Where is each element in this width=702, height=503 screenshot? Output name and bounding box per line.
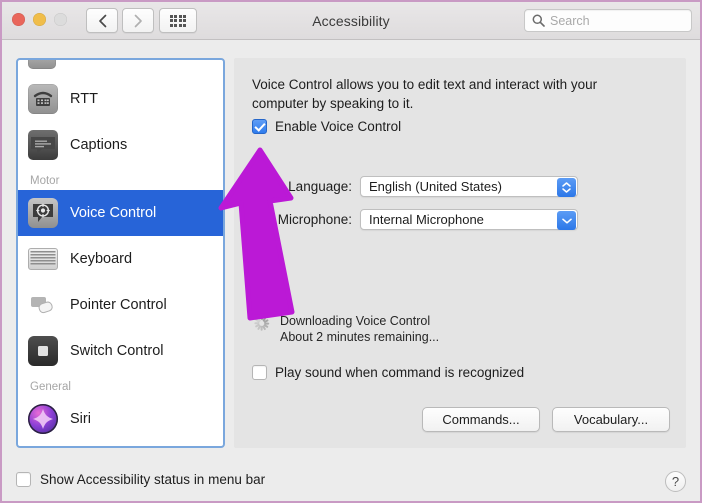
enable-voice-control-label: Enable Voice Control <box>275 119 402 134</box>
download-subtitle: About 2 minutes remaining... <box>280 330 440 344</box>
download-text: Downloading Voice Control About 2 minute… <box>280 313 439 345</box>
panel-description: Voice Control allows you to edit text an… <box>252 77 598 111</box>
popup-arrow-icon <box>557 211 576 230</box>
language-select[interactable]: English (United States) <box>360 176 578 197</box>
sidebar-scroll-area: RTT Captions Motor Voice Control Keyboar… <box>18 60 223 446</box>
rtt-icon <box>28 84 58 114</box>
pointer-control-icon <box>28 290 58 320</box>
enable-voice-control-checkbox[interactable] <box>252 119 267 134</box>
panel-action-buttons: Commands... Vocabulary... <box>422 407 670 432</box>
sidebar-item-label: Switch Control <box>70 343 164 359</box>
siri-icon <box>28 404 58 434</box>
sidebar-item-label: Captions <box>70 137 128 153</box>
switch-control-glyph <box>38 346 48 356</box>
keyboard-icon <box>28 248 58 270</box>
keyboard-glyph <box>30 251 56 265</box>
sidebar-item-label: Keyboard <box>70 251 133 267</box>
download-status-row: Downloading Voice Control About 2 minute… <box>252 313 439 345</box>
search-placeholder: Search <box>550 13 590 28</box>
sidebar-group-general: General <box>30 381 71 393</box>
enable-voice-control-row[interactable]: Enable Voice Control <box>252 119 401 134</box>
search-icon <box>532 14 545 27</box>
voice-control-icon <box>28 198 58 228</box>
captions-glyph <box>31 137 55 154</box>
sidebar-item-shortcut[interactable]: Shortcut <box>18 442 223 446</box>
microphone-label: Microphone: <box>277 212 352 227</box>
sidebar-item-pointer-control[interactable]: Pointer Control <box>18 282 223 328</box>
rtt-glyph <box>33 91 53 106</box>
download-title: Downloading Voice Control <box>280 314 431 328</box>
pointer-control-glyph <box>31 297 53 314</box>
microphone-value: Internal Microphone <box>369 212 484 227</box>
preferences-window: Accessibility Search RTT Captions Motor … <box>0 0 702 503</box>
help-button[interactable]: ? <box>665 471 686 492</box>
play-sound-label: Play sound when command is recognized <box>275 365 525 380</box>
show-accessibility-status-label: Show Accessibility status in menu bar <box>40 472 266 487</box>
voice-control-panel: Voice Control allows you to edit text an… <box>234 58 686 448</box>
sidebar-item-partial[interactable] <box>18 60 223 76</box>
sidebar-item-captions[interactable]: Captions <box>18 122 223 168</box>
show-status-row[interactable]: Show Accessibility status in menu bar <box>16 472 265 487</box>
chevron-down-icon <box>561 217 572 224</box>
play-sound-checkbox[interactable] <box>252 365 267 380</box>
language-label: Language: <box>288 179 352 194</box>
play-sound-row[interactable]: Play sound when command is recognized <box>252 365 524 380</box>
sidebar-item-keyboard[interactable]: Keyboard <box>18 236 223 282</box>
sidebar-item-label: Pointer Control <box>70 297 167 313</box>
sidebar-item-switch-control[interactable]: Switch Control <box>18 328 223 374</box>
sidebar-item-label: RTT <box>70 91 98 107</box>
microphone-select[interactable]: Internal Microphone <box>360 209 578 230</box>
stepper-arrows-icon <box>557 178 576 197</box>
sidebar-item-siri[interactable]: Siri <box>18 396 223 442</box>
sidebar-item-label: Voice Control <box>70 205 157 221</box>
language-row: Language: English (United States) <box>252 176 578 197</box>
language-value: English (United States) <box>369 179 502 194</box>
captions-icon <box>28 130 58 160</box>
sidebar-item-voice-control[interactable]: Voice Control <box>18 190 223 236</box>
siri-glyph <box>33 409 53 429</box>
sidebar-item-label: Siri <box>70 411 91 427</box>
search-field[interactable]: Search <box>524 9 692 32</box>
title-bar: Accessibility Search <box>2 2 700 40</box>
show-accessibility-status-checkbox[interactable] <box>16 472 31 487</box>
commands-button[interactable]: Commands... <box>422 407 540 432</box>
chevron-up-icon <box>562 182 571 187</box>
voice-control-glyph <box>33 203 53 222</box>
switch-control-icon <box>28 336 58 366</box>
vocabulary-button[interactable]: Vocabulary... <box>552 407 670 432</box>
accessibility-sidebar[interactable]: RTT Captions Motor Voice Control Keyboar… <box>16 58 225 448</box>
sidebar-item-rtt[interactable]: RTT <box>18 76 223 122</box>
microphone-row: Microphone: Internal Microphone <box>252 209 578 230</box>
partial-icon <box>28 60 56 69</box>
sidebar-group-motor: Motor <box>30 175 60 187</box>
chevron-down-icon <box>562 188 571 193</box>
spinner-icon <box>254 315 270 331</box>
window-body: RTT Captions Motor Voice Control Keyboar… <box>2 40 700 501</box>
